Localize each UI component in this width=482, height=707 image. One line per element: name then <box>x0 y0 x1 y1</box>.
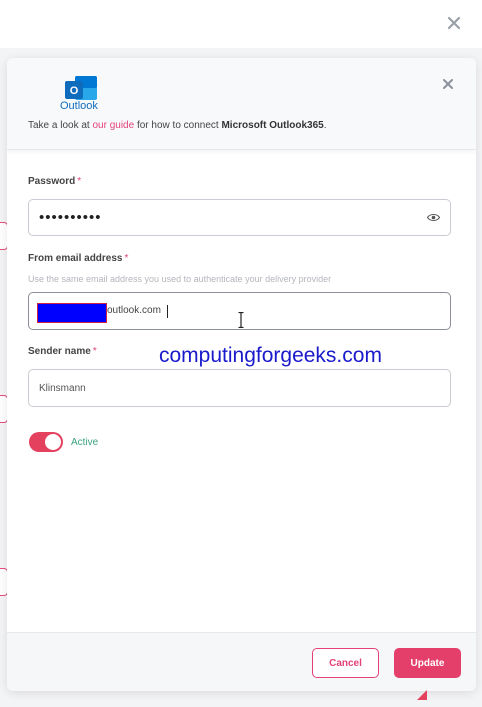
background-header <box>0 0 482 48</box>
eye-icon[interactable] <box>427 213 440 222</box>
active-toggle-label: Active <box>71 437 99 448</box>
smtp-settings-modal: O Outlook Take a look at our guide for h… <box>7 58 476 691</box>
password-label: Password * <box>28 176 82 187</box>
close-icon[interactable] <box>441 77 455 91</box>
watermark-text: computingforgeeks.com <box>159 344 382 367</box>
from-email-label: From email address * <box>28 253 129 264</box>
corner-accent <box>417 690 427 700</box>
svg-text:O: O <box>70 85 79 97</box>
provider-banner: O Outlook Take a look at our guide for h… <box>7 58 476 150</box>
text-caret <box>167 305 168 318</box>
banner-instruction: Take a look at our guide for how to conn… <box>28 120 327 131</box>
text-cursor-icon <box>238 312 244 328</box>
modal-footer: Cancel Update <box>7 632 476 691</box>
update-button[interactable]: Update <box>394 648 461 678</box>
redacted-email-prefix <box>37 303 107 323</box>
active-toggle[interactable] <box>29 432 63 452</box>
guide-link[interactable]: our guide <box>92 120 134 131</box>
sender-name-field[interactable]: Klinsmann <box>28 369 451 407</box>
sender-name-value: Klinsmann <box>39 382 86 394</box>
close-icon[interactable] <box>445 14 463 32</box>
from-email-value: outlook.com <box>107 305 161 316</box>
outlook-logo-text: Outlook <box>60 100 98 112</box>
password-value: •••••••••• <box>39 209 102 226</box>
cancel-button[interactable]: Cancel <box>312 648 379 678</box>
from-email-hint: Use the same email address you used to a… <box>28 274 332 284</box>
toggle-knob <box>45 434 61 450</box>
sender-name-label: Sender name * <box>28 346 97 357</box>
password-field[interactable]: •••••••••• <box>28 199 451 236</box>
